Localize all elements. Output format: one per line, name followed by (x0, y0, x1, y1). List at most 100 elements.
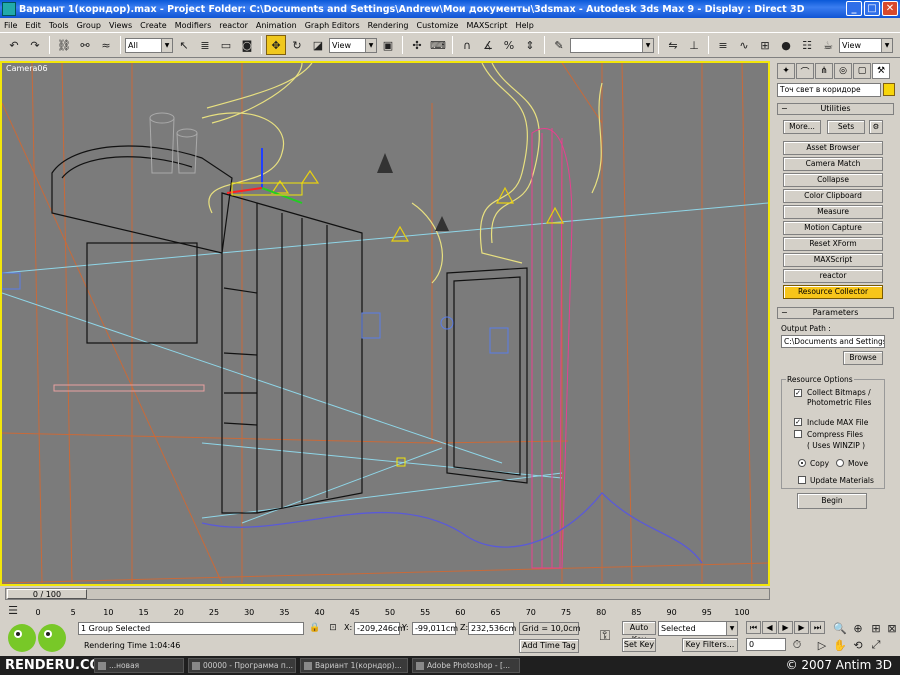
taskbar-task-button[interactable]: Вариант 1(корндор)... (300, 658, 408, 673)
key-filter-dropdown[interactable]: Selected ▼ (658, 621, 738, 636)
menu-edit[interactable]: Edit (21, 21, 45, 30)
x-coordinate-field[interactable]: -209,246cm (354, 622, 405, 635)
render-icon[interactable]: ☕ (818, 35, 838, 55)
more-button[interactable]: More... (783, 120, 821, 134)
utility-maxscript-button[interactable]: MAXScript (783, 253, 883, 267)
hierarchy-tab-icon[interactable]: ⋔ (815, 63, 833, 79)
unlink-icon[interactable]: ⚯ (75, 35, 95, 55)
time-slider-thumb[interactable]: 0 / 100 (7, 589, 87, 599)
select-scale-icon[interactable]: ◪ (308, 35, 328, 55)
menu-animation[interactable]: Animation (252, 21, 301, 30)
modify-tab-icon[interactable]: ⌒ (796, 63, 814, 79)
zoom-extents-all-icon[interactable]: ⊠ (884, 621, 900, 635)
utility-measure-button[interactable]: Measure (783, 205, 883, 219)
close-button[interactable]: ✕ (882, 1, 898, 16)
configure-sets-icon[interactable]: ⚙ (869, 120, 883, 134)
output-path-field[interactable]: C:\Documents and Settings\A (781, 335, 885, 348)
menu-maxscript[interactable]: MAXScript (462, 21, 511, 30)
browse-button[interactable]: Browse (843, 351, 883, 365)
schematic-view-icon[interactable]: ⊞ (755, 35, 775, 55)
parameters-rollout-header[interactable]: − Parameters (777, 307, 894, 319)
angle-snap-icon[interactable]: ∡ (478, 35, 498, 55)
play-icon[interactable]: ▶ (778, 621, 793, 634)
utility-motion-capture-button[interactable]: Motion Capture (783, 221, 883, 235)
taskbar-task-button[interactable]: Adobe Photoshop - [... (412, 658, 520, 673)
percent-snap-icon[interactable]: % (499, 35, 519, 55)
reference-coord-dropdown[interactable]: View ▼ (329, 37, 377, 53)
zoom-all-icon[interactable]: ⊕ (850, 621, 866, 635)
utility-camera-match-button[interactable]: Camera Match (783, 157, 883, 171)
taskbar-task-button[interactable]: 00000 - Программа п... (188, 658, 296, 673)
redo-icon[interactable]: ↷ (25, 35, 45, 55)
include-max-file-checkbox[interactable]: ✓ (794, 418, 802, 426)
render-view-dropdown[interactable]: View ▼ (839, 37, 893, 53)
utilities-tab-icon[interactable]: ⚒ (872, 63, 890, 79)
key-filters-button[interactable]: Key Filters... (682, 638, 738, 652)
field-of-view-icon[interactable]: ▷ (814, 638, 830, 652)
lock-selection-icon[interactable]: 🔒 (308, 621, 322, 635)
sets-button[interactable]: Sets (827, 120, 865, 134)
go-to-end-icon[interactable]: ⏭ (810, 621, 825, 634)
render-setup-icon[interactable]: ☷ (797, 35, 817, 55)
app-icon[interactable] (2, 2, 16, 16)
add-time-tag-button[interactable]: Add Time Tag (519, 639, 579, 653)
utility-color-clipboard-button[interactable]: Color Clipboard (783, 189, 883, 203)
display-tab-icon[interactable]: ▢ (853, 63, 871, 79)
menu-graph-editors[interactable]: Graph Editors (301, 21, 364, 30)
y-coordinate-field[interactable]: -99,011cm (412, 622, 458, 635)
menu-help[interactable]: Help (512, 21, 538, 30)
named-selection-dropdown[interactable]: ▼ (570, 37, 654, 53)
next-frame-icon[interactable]: ▶ (794, 621, 809, 634)
collect-bitmaps-checkbox[interactable]: ✓ (794, 389, 802, 397)
select-rotate-icon[interactable]: ↻ (287, 35, 307, 55)
menu-customize[interactable]: Customize (412, 21, 462, 30)
menu-tools[interactable]: Tools (45, 21, 73, 30)
utility-asset-browser-button[interactable]: Asset Browser (783, 141, 883, 155)
select-move-icon[interactable]: ✥ (266, 35, 286, 55)
zoom-icon[interactable]: 🔍 (832, 621, 848, 635)
pan-icon[interactable]: ✋ (832, 638, 848, 652)
menu-reactor[interactable]: reactor (215, 21, 252, 30)
orbit-icon[interactable]: ⟲ (850, 638, 866, 652)
current-frame-field[interactable]: 0 (746, 638, 786, 651)
layer-manager-icon[interactable]: ≡ (713, 35, 733, 55)
go-to-start-icon[interactable]: ⏮ (746, 621, 761, 634)
spinner-snap-icon[interactable]: ⇕ (520, 35, 540, 55)
utility-resource-collector-button[interactable]: Resource Collector (783, 285, 883, 299)
viewport-label[interactable]: Camera06 (6, 64, 48, 73)
set-key-button[interactable]: Set Key (622, 638, 656, 652)
minimize-button[interactable]: _ (846, 1, 862, 16)
utility-reset-xform-button[interactable]: Reset XForm (783, 237, 883, 251)
motion-tab-icon[interactable]: ◎ (834, 63, 852, 79)
edit-named-selection-icon[interactable]: ✎ (549, 35, 569, 55)
object-color-swatch[interactable] (883, 83, 895, 96)
selection-filter-dropdown[interactable]: All ▼ (125, 37, 173, 53)
bind-space-warp-icon[interactable]: ≈ (96, 35, 116, 55)
material-editor-icon[interactable]: ● (776, 35, 796, 55)
begin-button[interactable]: Begin (797, 493, 867, 509)
manipulate-icon[interactable]: ✣ (407, 35, 427, 55)
previous-frame-icon[interactable]: ◀ (762, 621, 777, 634)
taskbar-task-button[interactable]: ...новая (94, 658, 184, 673)
menu-file[interactable]: File (0, 21, 21, 30)
undo-icon[interactable]: ↶ (4, 35, 24, 55)
rect-selection-icon[interactable]: ▭ (216, 35, 236, 55)
object-name-field[interactable]: Точ свет в коридоре (777, 83, 881, 97)
copy-radio[interactable] (798, 459, 806, 467)
auto-key-button[interactable]: Auto Key (622, 621, 656, 644)
mirror-icon[interactable]: ⇋ (663, 35, 683, 55)
set-key-icon[interactable]: ⚿ (593, 627, 617, 645)
compress-files-checkbox[interactable] (794, 430, 802, 438)
time-slider[interactable]: 0 / 100 (5, 588, 770, 600)
absolute-mode-icon[interactable]: ⊡ (326, 621, 340, 635)
utility-collapse-button[interactable]: Collapse (783, 173, 883, 187)
menu-create[interactable]: Create (136, 21, 171, 30)
select-link-icon[interactable]: ⛓ (54, 35, 74, 55)
maximize-viewport-icon[interactable]: ⤢ (868, 638, 884, 652)
select-object-icon[interactable]: ↖ (174, 35, 194, 55)
menu-rendering[interactable]: Rendering (364, 21, 413, 30)
menu-group[interactable]: Group (73, 21, 105, 30)
snap-3d-icon[interactable]: ∩ (457, 35, 477, 55)
create-tab-icon[interactable]: ✦ (777, 63, 795, 79)
pivot-center-icon[interactable]: ▣ (378, 35, 398, 55)
